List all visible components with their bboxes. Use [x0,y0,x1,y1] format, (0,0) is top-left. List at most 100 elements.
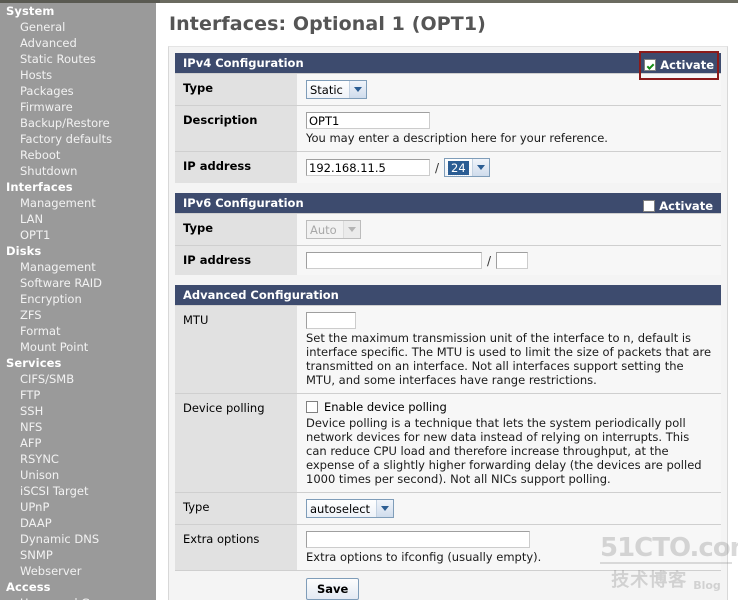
ipv4-activate-checkbox[interactable] [644,59,657,71]
sidebar-item-reboot[interactable]: Reboot [0,147,156,163]
sidebar-item-iscsi-target[interactable]: iSCSI Target [0,483,156,499]
advanced-section-title: Advanced Configuration [183,288,339,302]
mtu-row: MTU Set the maximum transmission unit of… [175,305,721,393]
sidebar-item-format[interactable]: Format [0,323,156,339]
chevron-down-icon [348,81,366,98]
sidebar-navigation: System General Advanced Static Routes Ho… [0,3,156,600]
extra-options-value-cell: Extra options to ifconfig (usually empty… [297,525,721,570]
sidebar-item-advanced[interactable]: Advanced [0,35,156,51]
device-polling-help: Device polling is a technique that lets … [306,416,702,486]
ipv6-prefix-input[interactable] [496,252,529,269]
ipv4-description-row: Description You may enter a description … [175,105,721,151]
sidebar-item-snmp[interactable]: SNMP [0,547,156,563]
media-type-select[interactable]: autoselect [306,499,395,518]
nav-group-system: System General Advanced Static Routes Ho… [0,3,156,179]
save-button[interactable]: Save [306,578,360,600]
device-polling-checkbox[interactable] [306,401,318,413]
ipv6-section-header: IPv6 Configuration Activate [175,193,721,213]
extra-options-input[interactable] [306,531,530,548]
ipv4-address-controls: / 24 [306,158,713,177]
nav-group-access: Access Users and Groups [0,579,156,600]
ipv4-description-value-cell: You may enter a description here for you… [297,106,721,151]
ipv4-prefix-select-value: 24 [447,159,470,176]
save-row-actions: Save [297,571,721,600]
sidebar-item-ssh[interactable]: SSH [0,403,156,419]
sidebar-item-static-routes[interactable]: Static Routes [0,51,156,67]
device-polling-row: Device polling Enable device polling Dev… [175,393,721,492]
sidebar-item-lan[interactable]: LAN [0,211,156,227]
ipv4-activate-highlight-box: Activate [639,51,719,80]
ipv4-address-row: IP address / 24 [175,151,721,183]
save-row-spacer [175,571,297,600]
nav-group-label-interfaces: Interfaces [6,180,73,194]
ipv6-activate-label: Activate [659,199,713,213]
ipv4-description-input[interactable] [306,112,430,129]
sidebar-item-nfs[interactable]: NFS [0,419,156,435]
ipv4-type-select-value: Static [310,82,343,97]
sidebar-item-general[interactable]: General [0,19,156,35]
media-type-row: Type autoselect [175,492,721,524]
nav-group-interfaces: Interfaces Management LAN OPT1 [0,179,156,243]
ipv4-type-label: Type [175,74,297,105]
sidebar-item-firmware[interactable]: Firmware [0,99,156,115]
nav-group-disks: Disks Management Software RAID Encryptio… [0,243,156,355]
extra-options-label: Extra options [175,525,297,570]
sidebar-item-users-and-groups[interactable]: Users and Groups [0,595,156,600]
sidebar-item-factory-defaults[interactable]: Factory defaults [0,131,156,147]
mtu-value-cell: Set the maximum transmission unit of the… [297,306,721,393]
ipv6-type-select-value: Auto [310,222,337,237]
save-row: Save [175,570,721,600]
nav-group-label-services: Services [6,356,62,370]
ipv6-activate-checkbox[interactable] [643,200,656,212]
sidebar-item-ftp[interactable]: FTP [0,387,156,403]
sidebar-item-hosts[interactable]: Hosts [0,67,156,83]
mtu-label: MTU [175,306,297,393]
sidebar-item-upnp[interactable]: UPnP [0,499,156,515]
device-polling-checkbox-row: Enable device polling [306,400,713,414]
ipv6-type-row: Type Auto [175,213,721,245]
ipv6-address-row: IP address / [175,245,721,275]
nav-group-label-access: Access [6,580,51,594]
ipv6-address-input[interactable] [306,252,482,269]
mtu-input[interactable] [306,312,356,329]
device-polling-checkbox-label: Enable device polling [324,400,447,414]
ipv4-type-select[interactable]: Static [306,80,367,99]
main-content: Interfaces: Optional 1 (OPT1) IPv4 Confi… [156,3,738,600]
ipv6-configuration-section: IPv6 Configuration Activate Type Auto IP… [175,193,721,275]
media-type-select-value: autoselect [310,501,371,516]
sidebar-item-software-raid[interactable]: Software RAID [0,275,156,291]
ipv6-address-label: IP address [175,246,297,275]
sidebar-item-mount-point[interactable]: Mount Point [0,339,156,355]
sidebar-item-afp[interactable]: AFP [0,435,156,451]
ipv4-activate-label: Activate [660,58,714,72]
sidebar-item-opt1[interactable]: OPT1 [0,227,156,243]
sidebar-item-webserver[interactable]: Webserver [0,563,156,579]
sidebar-item-management-disks[interactable]: Management [0,259,156,275]
ipv4-description-label: Description [175,106,297,151]
sidebar-item-rsync[interactable]: RSYNC [0,451,156,467]
sidebar-item-backup-restore[interactable]: Backup/Restore [0,115,156,131]
sidebar-item-cifs-smb[interactable]: CIFS/SMB [0,371,156,387]
ipv4-address-input[interactable] [306,159,430,176]
ipv6-section-title: IPv6 Configuration [183,196,304,210]
ipv6-type-select: Auto [306,220,361,239]
sidebar-item-zfs[interactable]: ZFS [0,307,156,323]
sidebar-item-management-interfaces[interactable]: Management [0,195,156,211]
device-polling-value-cell: Enable device polling Device polling is … [297,394,721,492]
chevron-down-icon [471,159,489,176]
sidebar-item-encryption[interactable]: Encryption [0,291,156,307]
sidebar-item-unison[interactable]: Unison [0,467,156,483]
sidebar-item-shutdown[interactable]: Shutdown [0,163,156,179]
sidebar-item-dynamic-dns[interactable]: Dynamic DNS [0,531,156,547]
extra-options-help: Extra options to ifconfig (usually empty… [306,550,542,564]
sidebar-item-daap[interactable]: DAAP [0,515,156,531]
ipv4-prefix-select[interactable]: 24 [444,158,490,177]
chevron-down-icon [376,500,394,517]
sidebar-item-packages[interactable]: Packages [0,83,156,99]
page-title: Interfaces: Optional 1 (OPT1) [169,13,486,35]
advanced-configuration-section: Advanced Configuration MTU Set the maxim… [175,285,721,600]
advanced-section-header: Advanced Configuration [175,285,721,305]
ipv4-address-value-cell: / 24 [297,152,721,183]
mtu-help: Set the maximum transmission unit of the… [306,331,712,387]
nav-group-label-system: System [6,4,55,18]
